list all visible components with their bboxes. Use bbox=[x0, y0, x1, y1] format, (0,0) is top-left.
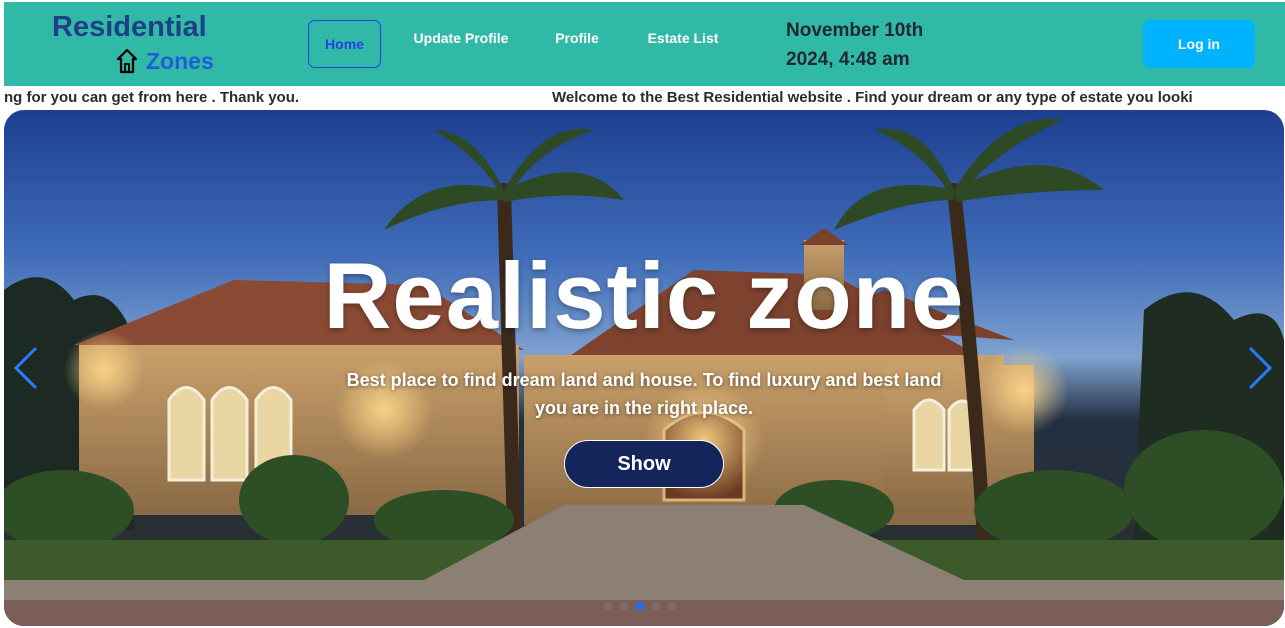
show-button[interactable]: Show bbox=[564, 440, 724, 488]
hero-title: Realistic zone bbox=[323, 243, 965, 348]
navbar: Residential Zones Home Update Profile Pr… bbox=[4, 2, 1285, 86]
marquee-text-head: Welcome to the Best Residential website … bbox=[552, 89, 1193, 106]
nav-home-link[interactable]: Home bbox=[308, 20, 381, 68]
chevron-left-icon[interactable] bbox=[12, 346, 42, 390]
chevron-right-icon[interactable] bbox=[1244, 346, 1274, 390]
marquee-text-tail: ng for you can get from here . Thank you… bbox=[4, 89, 300, 106]
brand-title[interactable]: Residential bbox=[52, 11, 207, 44]
brand-zones-label: Zones bbox=[146, 47, 214, 74]
carousel-dot[interactable] bbox=[652, 602, 660, 610]
login-button[interactable]: Log in bbox=[1143, 20, 1255, 68]
hero-subtitle: Best place to find dream land and house.… bbox=[346, 370, 942, 418]
carousel-dot[interactable] bbox=[620, 602, 628, 610]
welcome-marquee: ng for you can get from here . Thank you… bbox=[0, 86, 1285, 110]
current-datetime: November 10th 2024, 4:48 am bbox=[786, 16, 966, 74]
datetime-year-time: 2024, 4:48 am bbox=[786, 49, 910, 70]
carousel-dot-active[interactable] bbox=[636, 602, 644, 610]
carousel-dot[interactable] bbox=[604, 602, 612, 610]
nav-update-profile-link[interactable]: Update Profile bbox=[406, 20, 516, 56]
hero-carousel: Realistic zone Best place to find dream … bbox=[4, 110, 1284, 626]
brand-subtitle[interactable]: Zones bbox=[116, 46, 214, 76]
carousel-indicators bbox=[604, 602, 676, 610]
house-outline-icon bbox=[116, 48, 138, 74]
nav-estate-list-link[interactable]: Estate List bbox=[640, 20, 726, 56]
nav-profile-link[interactable]: Profile bbox=[549, 20, 605, 56]
datetime-date: November 10th bbox=[786, 20, 924, 41]
carousel-dot[interactable] bbox=[668, 602, 676, 610]
